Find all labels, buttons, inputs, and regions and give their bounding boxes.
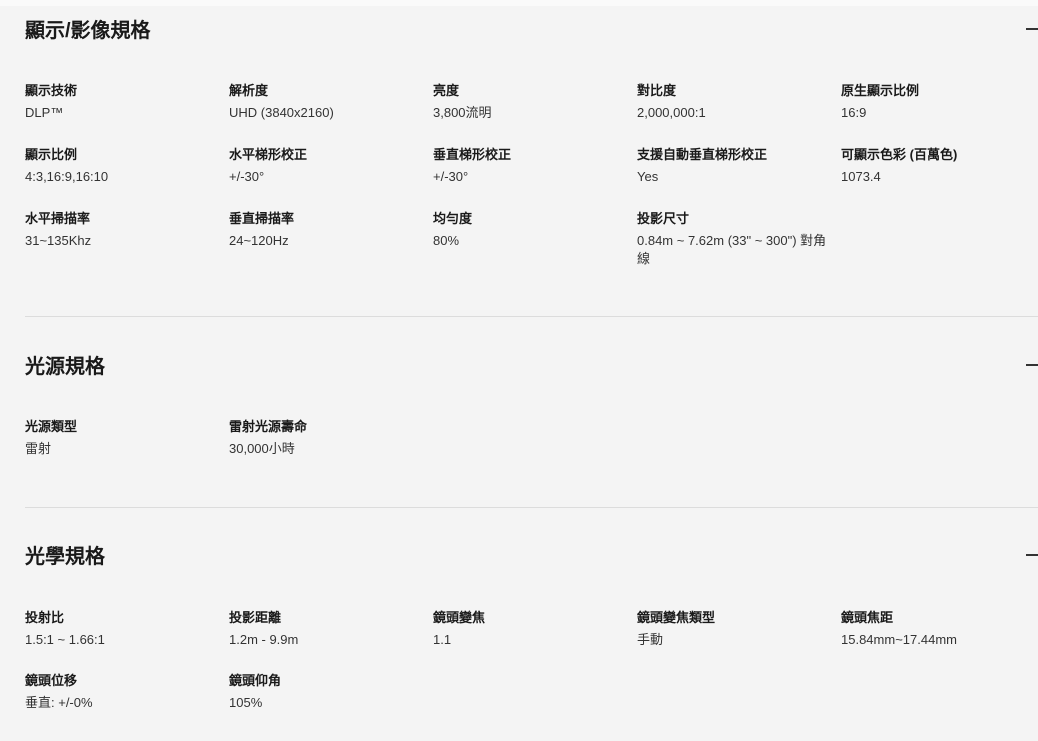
spec-label: 垂直掃描率 [229, 211, 295, 226]
collapse-toggle[interactable] [1024, 545, 1038, 565]
section-title: 顯示/影像規格 [25, 20, 151, 42]
spec-focal-length: 鏡頭焦距 15.84mm~17.44mm [841, 609, 1036, 649]
spec-label: 鏡頭位移 [25, 673, 78, 688]
spec-value: 15.84mm~17.44mm [841, 632, 957, 647]
spec-label: 亮度 [433, 83, 460, 98]
spec-auto-vertical-keystone: 支援自動垂直梯形校正 Yes [637, 146, 832, 186]
spec-label: 原生顯示比例 [841, 83, 920, 98]
spec-label: 可顯示色彩 (百萬色) [841, 147, 958, 162]
spec-projection-size: 投影尺寸 0.84m ~ 7.62m (33" ~ 300") 對角線 [637, 210, 832, 268]
collapse-toggle[interactable] [1024, 19, 1038, 39]
section-divider [25, 316, 1038, 317]
spec-label: 鏡頭仰角 [229, 673, 282, 688]
spec-label: 對比度 [637, 83, 677, 98]
spec-label: 均勻度 [433, 211, 473, 226]
spec-label: 水平掃描率 [25, 211, 91, 226]
spec-display-colors: 可顯示色彩 (百萬色) 1073.4 [841, 146, 1036, 186]
spec-label: 顯示比例 [25, 147, 78, 162]
spec-value: 雷射 [25, 441, 52, 456]
spec-label: 解析度 [229, 83, 269, 98]
spec-display-technology: 顯示技術 DLP™ [25, 82, 220, 122]
top-strip [0, 0, 1038, 6]
spec-value: 16:9 [841, 105, 867, 120]
spec-contrast: 對比度 2,000,000:1 [637, 82, 832, 122]
spec-lens-zoom: 鏡頭變焦 1.1 [433, 609, 628, 649]
spec-value: 105% [229, 695, 263, 710]
minus-icon [1026, 364, 1038, 366]
spec-lens-shift: 鏡頭位移 垂直: +/-0% [25, 672, 220, 712]
spec-laser-life: 雷射光源壽命 30,000小時 [229, 418, 424, 458]
spec-label: 鏡頭焦距 [841, 610, 894, 625]
spec-value: UHD (3840x2160) [229, 105, 334, 120]
spec-lens-tilt: 鏡頭仰角 105% [229, 672, 424, 712]
spec-label: 鏡頭變焦 [433, 610, 486, 625]
spec-value: +/-30° [229, 169, 265, 184]
spec-label: 投影尺寸 [637, 211, 690, 226]
spec-value: 80% [433, 233, 460, 248]
spec-value: 2,000,000:1 [637, 105, 706, 120]
spec-value: Yes [637, 169, 659, 184]
minus-icon [1026, 28, 1038, 30]
spec-label: 垂直梯形校正 [433, 147, 512, 162]
section-divider [25, 507, 1038, 508]
spec-value: 1.5:1 ~ 1.66:1 [25, 632, 105, 647]
spec-vertical-keystone: 垂直梯形校正 +/-30° [433, 146, 628, 186]
spec-resolution: 解析度 UHD (3840x2160) [229, 82, 424, 122]
spec-label: 投射比 [25, 610, 65, 625]
spec-value: 1.2m - 9.9m [229, 632, 299, 647]
spec-throw-ratio: 投射比 1.5:1 ~ 1.66:1 [25, 609, 220, 649]
spec-value: 1.1 [433, 632, 452, 647]
collapse-toggle[interactable] [1024, 355, 1038, 375]
spec-value: 30,000小時 [229, 441, 295, 456]
spec-vertical-scan-rate: 垂直掃描率 24~120Hz [229, 210, 424, 250]
spec-value: 31~135Khz [25, 233, 92, 248]
spec-value: 0.84m ~ 7.62m (33" ~ 300") 對角線 [637, 233, 827, 266]
spec-light-source-type: 光源類型 雷射 [25, 418, 220, 458]
spec-value: 1073.4 [841, 169, 881, 184]
minus-icon [1026, 554, 1038, 556]
spec-horizontal-scan-rate: 水平掃描率 31~135Khz [25, 210, 220, 250]
spec-value: 24~120Hz [229, 233, 289, 248]
spec-aspect-ratio: 顯示比例 4:3,16:9,16:10 [25, 146, 220, 186]
spec-label: 光源類型 [25, 419, 78, 434]
spec-uniformity: 均勻度 80% [433, 210, 628, 250]
spec-label: 顯示技術 [25, 83, 78, 98]
section-title: 光學規格 [25, 546, 105, 568]
spec-label: 支援自動垂直梯形校正 [637, 147, 768, 162]
spec-value: 手動 [637, 632, 664, 647]
spec-label: 鏡頭變焦類型 [637, 610, 716, 625]
spec-value: 3,800流明 [433, 105, 492, 120]
spec-value: DLP™ [25, 105, 64, 120]
spec-native-aspect-ratio: 原生顯示比例 16:9 [841, 82, 1036, 122]
section-title: 光源規格 [25, 356, 105, 378]
spec-horizontal-keystone: 水平梯形校正 +/-30° [229, 146, 424, 186]
spec-value: +/-30° [433, 169, 469, 184]
spec-projection-distance: 投影距離 1.2m - 9.9m [229, 609, 424, 649]
spec-brightness: 亮度 3,800流明 [433, 82, 628, 122]
spec-label: 水平梯形校正 [229, 147, 308, 162]
spec-label: 投影距離 [229, 610, 282, 625]
spec-label: 雷射光源壽命 [229, 419, 308, 434]
spec-value: 4:3,16:9,16:10 [25, 169, 109, 184]
spec-value: 垂直: +/-0% [25, 695, 93, 710]
spec-lens-zoom-type: 鏡頭變焦類型 手動 [637, 609, 832, 649]
